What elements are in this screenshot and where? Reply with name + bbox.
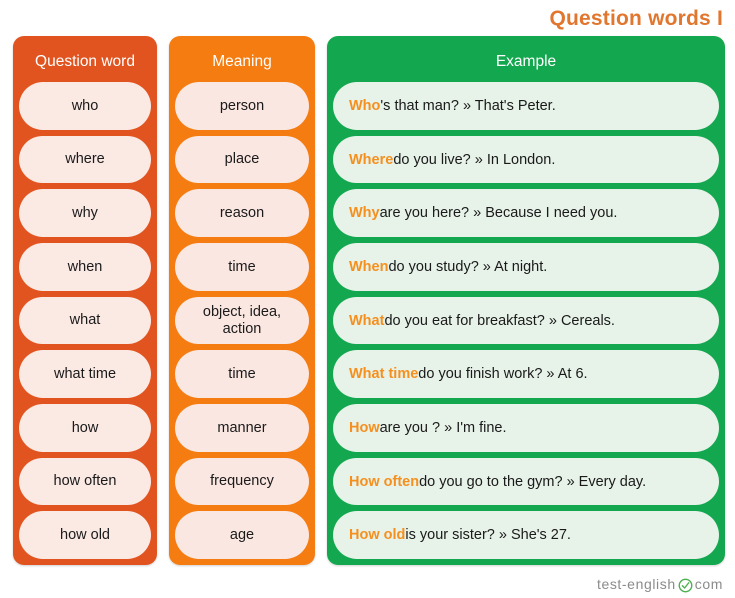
table-cell-example: What time do you finish work? » At 6. bbox=[333, 350, 719, 399]
table-cell-meaning: object, idea, action bbox=[175, 296, 309, 345]
table-cell-meaning: frequency bbox=[175, 457, 309, 506]
column-header-question-word: Question word bbox=[35, 53, 135, 70]
column-header-example: Example bbox=[495, 53, 557, 70]
table-cell-question-word: how often bbox=[19, 457, 151, 506]
example-keyword: Who bbox=[349, 97, 381, 114]
table-cell-question-word: why bbox=[19, 189, 151, 238]
table-cell-meaning: age bbox=[175, 511, 309, 560]
table-cell-question-word: what bbox=[19, 296, 151, 345]
table-cell-example: Why are you here? » Because I need you. bbox=[333, 189, 719, 238]
example-rest: are you ? » I'm fine. bbox=[379, 419, 507, 436]
table-cell-question-word: where bbox=[19, 135, 151, 184]
column-example-cells: Who's that man? » That's Peter. Where do… bbox=[333, 82, 719, 560]
example-rest: 's that man? » That's Peter. bbox=[380, 97, 556, 114]
example-rest: do you study? » At night. bbox=[388, 258, 548, 275]
example-rest: do you go to the gym? » Every day. bbox=[419, 473, 647, 490]
example-rest: is your sister? » She's 27. bbox=[405, 527, 571, 544]
example-keyword: Where bbox=[349, 151, 394, 168]
watermark-brand-left: test-english bbox=[596, 576, 676, 592]
table-cell-example: Who's that man? » That's Peter. bbox=[333, 82, 719, 130]
table-cell-example: How often do you go to the gym? » Every … bbox=[333, 457, 719, 506]
example-keyword: How often bbox=[349, 473, 420, 490]
example-rest: do you finish work? » At 6. bbox=[418, 366, 588, 383]
table-cell-example: When do you study? » At night. bbox=[333, 243, 719, 291]
example-keyword: Why bbox=[349, 205, 380, 222]
table-cell-example: What do you eat for breakfast? » Cereals… bbox=[333, 296, 719, 345]
table-cell-example: Where do you live? » In London. bbox=[333, 135, 719, 184]
table-cell-question-word: what time bbox=[19, 350, 151, 399]
example-rest: are you here? » Because I need you. bbox=[379, 205, 618, 222]
table-cell-meaning: person bbox=[175, 82, 309, 130]
question-words-table: Question word who where why when what wh… bbox=[13, 36, 725, 565]
table-cell-question-word: how old bbox=[19, 511, 151, 560]
example-rest: do you eat for breakfast? » Cereals. bbox=[384, 312, 615, 329]
table-cell-meaning: reason bbox=[175, 189, 309, 238]
table-cell-meaning: time bbox=[175, 243, 309, 291]
table-cell-meaning: time bbox=[175, 350, 309, 399]
example-keyword: What bbox=[349, 312, 385, 329]
column-meaning: Meaning person place reason time object,… bbox=[169, 36, 315, 565]
table-cell-example: How old is your sister? » She's 27. bbox=[333, 511, 719, 560]
column-example: Example Who's that man? » That's Peter. … bbox=[327, 36, 725, 565]
table-cell-question-word: who bbox=[19, 82, 151, 130]
column-question-word-cells: who where why when what what time how ho… bbox=[19, 82, 151, 560]
table-cell-question-word: when bbox=[19, 243, 151, 291]
table-cell-question-word: how bbox=[19, 404, 151, 452]
column-meaning-cells: person place reason time object, idea, a… bbox=[175, 82, 309, 560]
example-keyword: How bbox=[349, 419, 380, 436]
watermark-brand-right: com bbox=[694, 576, 723, 592]
example-rest: do you live? » In London. bbox=[393, 151, 556, 168]
page-title: Question words I bbox=[549, 7, 723, 30]
circle-check-icon bbox=[678, 578, 693, 593]
site-watermark: test-english com bbox=[597, 576, 723, 592]
table-cell-meaning: manner bbox=[175, 404, 309, 452]
example-keyword: When bbox=[349, 258, 389, 275]
page-title-bar: Question words I bbox=[0, 4, 723, 34]
column-question-word: Question word who where why when what wh… bbox=[13, 36, 157, 565]
example-keyword: How old bbox=[349, 527, 406, 544]
table-cell-meaning: place bbox=[175, 135, 309, 184]
example-keyword: What time bbox=[349, 366, 419, 383]
column-header-meaning: Meaning bbox=[212, 53, 272, 70]
table-cell-example: How are you ? » I'm fine. bbox=[333, 404, 719, 452]
